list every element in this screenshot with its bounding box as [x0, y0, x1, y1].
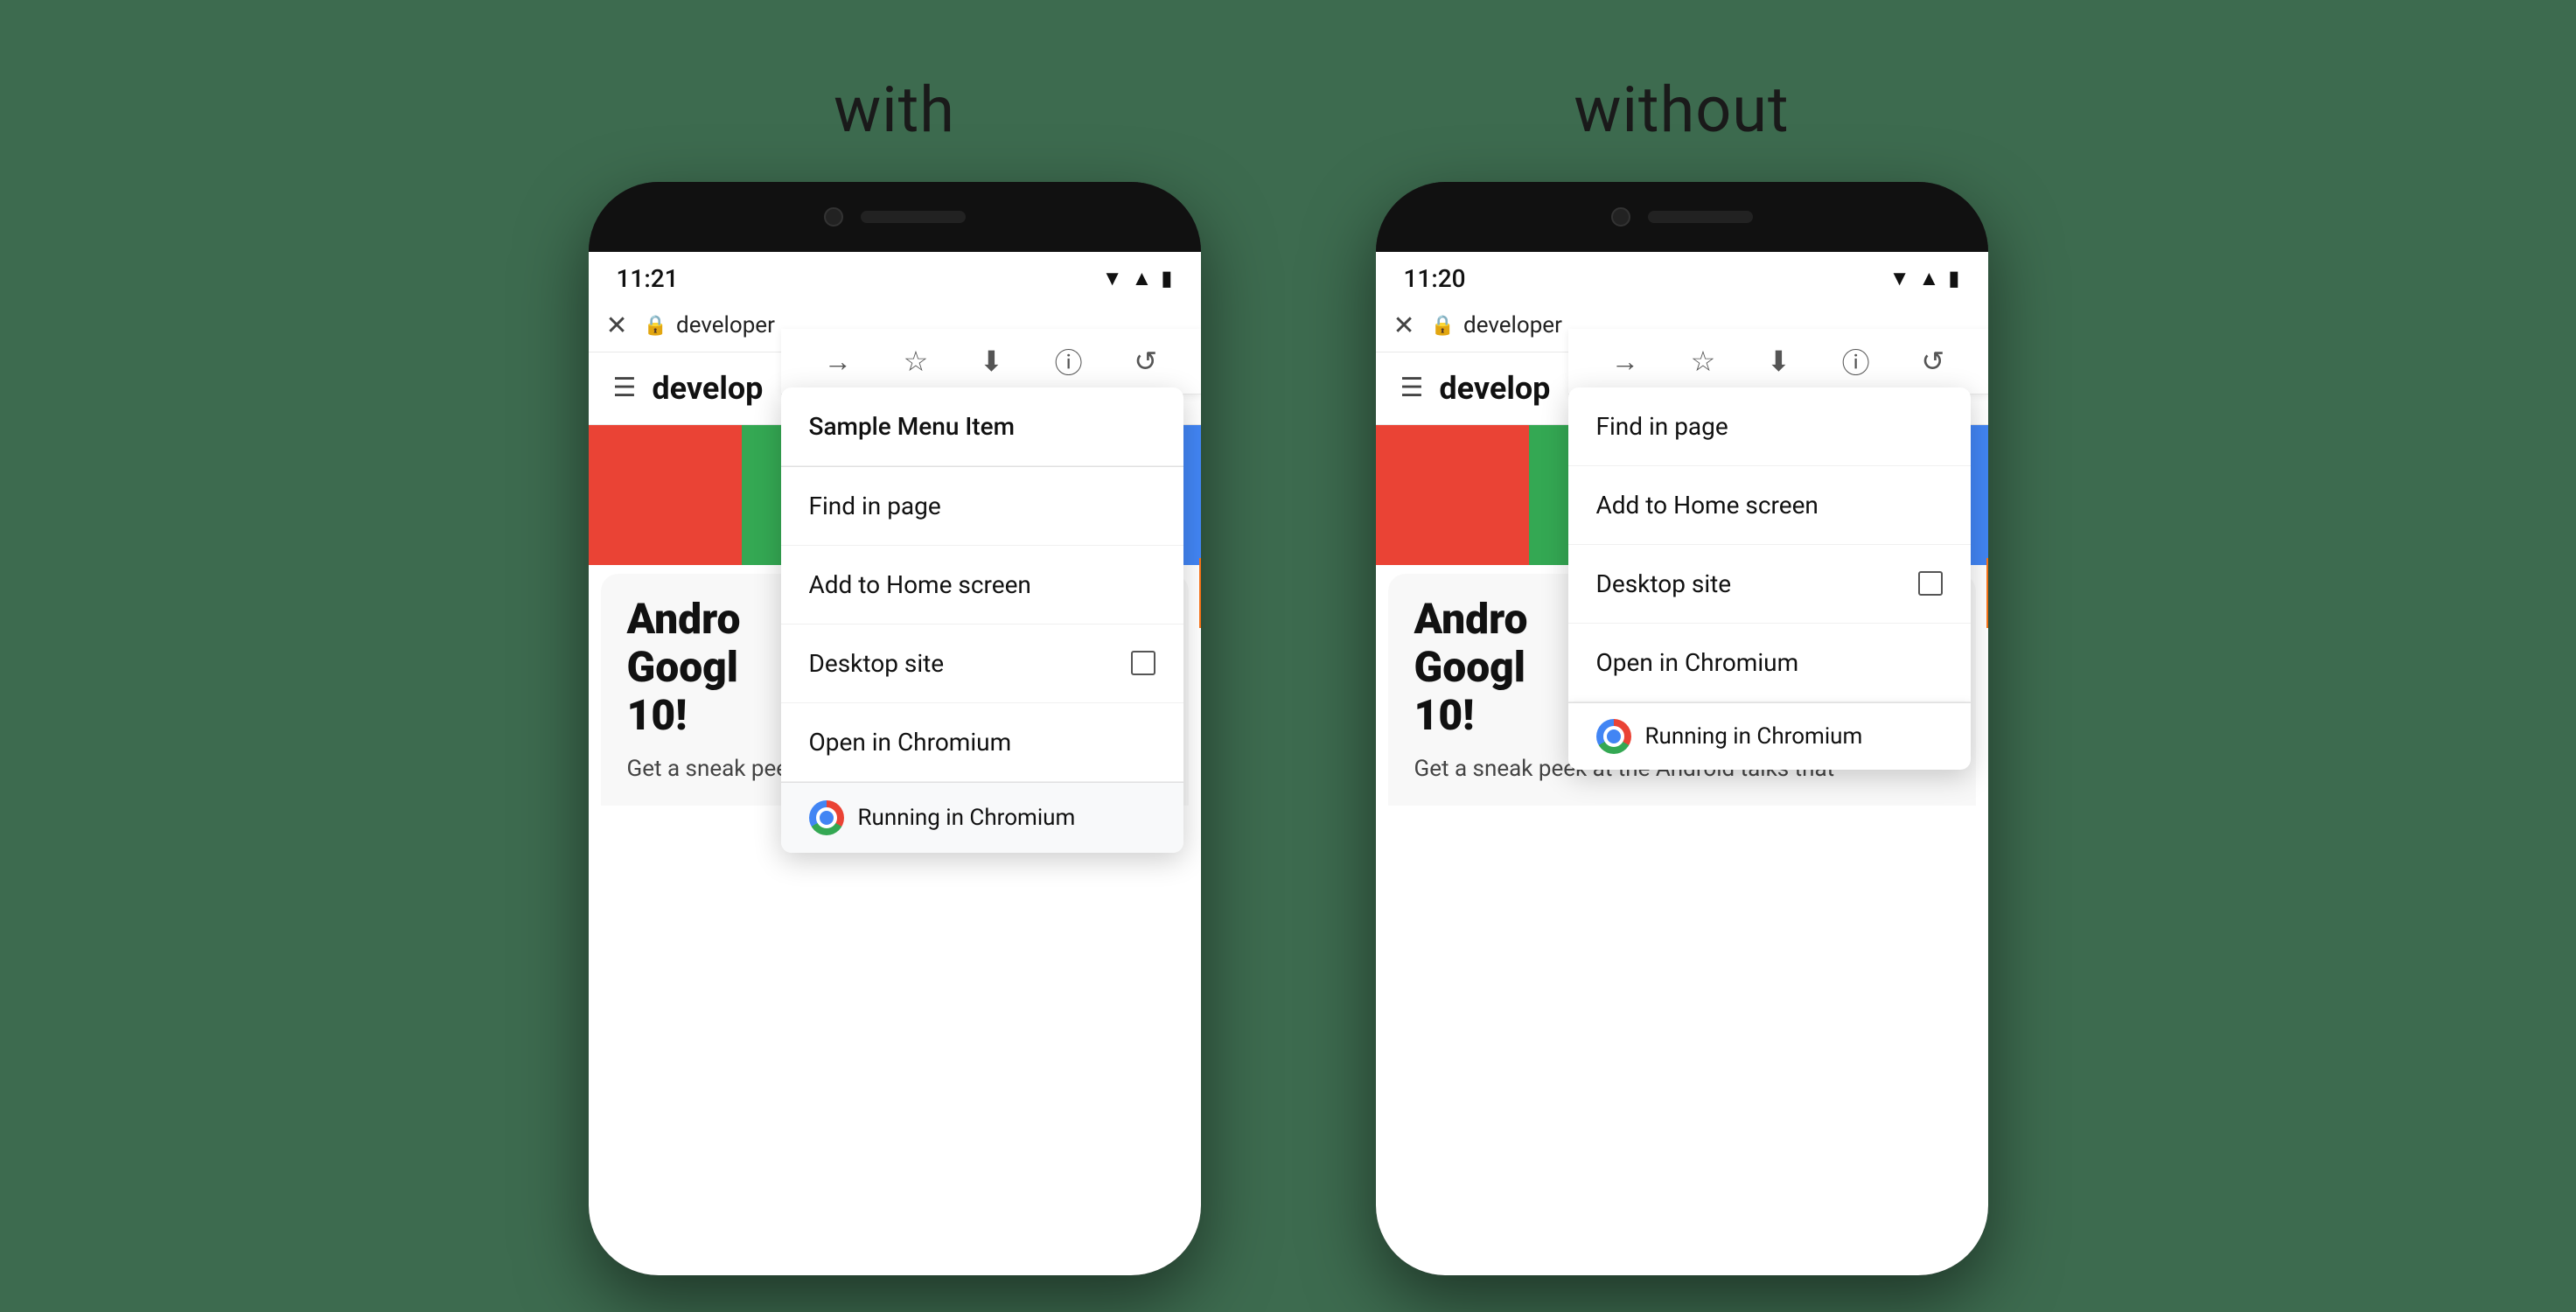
panel-with: with 11:21 ▼ ▲ ▮	[589, 73, 1201, 1275]
speaker-without	[1648, 211, 1753, 223]
info-icon-without[interactable]: ⓘ	[1842, 341, 1870, 381]
panel-without: without 11:20 ▼ ▲ ▮	[1376, 73, 1988, 1275]
forward-icon-without[interactable]: →	[1611, 345, 1639, 378]
running-label-without: Running in Chromium	[1645, 723, 1863, 750]
expanded-toolbar-without: → ☆ ⬇ ⓘ ↺	[1568, 329, 1988, 394]
chromium-icon-without	[1596, 719, 1631, 754]
info-icon-with[interactable]: ⓘ	[1055, 341, 1083, 381]
menu-item-desktop-with[interactable]: Desktop site	[781, 625, 1183, 703]
desktop-checkbox-with[interactable]	[1131, 651, 1155, 675]
menu-item-chromium-label-with: Open in Chromium	[809, 728, 1012, 757]
star-icon-without[interactable]: ☆	[1691, 345, 1716, 378]
menu-item-home-label-without: Add to Home screen	[1596, 491, 1819, 520]
phone-frame-with: 11:21 ▼ ▲ ▮ ✕ 🔒 developer	[589, 182, 1201, 1275]
download-icon-with[interactable]: ⬇	[980, 345, 1003, 378]
panel-without-label: without	[1574, 73, 1789, 147]
menu-item-sample-label-with: Sample Menu Item	[809, 412, 1016, 441]
menu-item-desktop-without[interactable]: Desktop site	[1568, 545, 1971, 624]
expanded-toolbar-with: → ☆ ⬇ ⓘ ↺	[781, 329, 1201, 394]
menu-item-desktop-label-without: Desktop site	[1596, 569, 1732, 598]
chromium-icon-with	[809, 800, 844, 835]
menu-item-find-label-without: Find in page	[1596, 412, 1728, 441]
phone-screen-without: 11:20 ▼ ▲ ▮ ✕ 🔒 developer	[1376, 252, 1988, 1275]
phone-notch-without	[1376, 182, 1988, 252]
running-in-chromium-with: Running in Chromium	[781, 782, 1183, 853]
speaker-with	[861, 211, 966, 223]
menu-item-home-without[interactable]: Add to Home screen	[1568, 466, 1971, 545]
desktop-checkbox-without[interactable]	[1918, 571, 1943, 596]
menu-item-chromium-without[interactable]: Open in Chromium	[1568, 624, 1971, 702]
menu-item-chromium-with[interactable]: Open in Chromium	[781, 703, 1183, 782]
running-label-with: Running in Chromium	[858, 805, 1076, 831]
forward-icon-with[interactable]: →	[824, 345, 852, 378]
refresh-icon-without[interactable]: ↺	[1921, 345, 1944, 378]
dropdown-overlay-with: → ☆ ⬇ ⓘ ↺ Sample Menu Item	[589, 252, 1201, 1275]
refresh-icon-with[interactable]: ↺	[1134, 345, 1157, 378]
dropdown-menu-with: Sample Menu Item Find in page Add to Hom…	[781, 387, 1183, 853]
star-icon-with[interactable]: ☆	[904, 345, 929, 378]
download-icon-without[interactable]: ⬇	[1767, 345, 1791, 378]
comparison-container: with 11:21 ▼ ▲ ▮	[589, 38, 1988, 1275]
phone-notch-with	[589, 182, 1201, 252]
phone-screen-with: 11:21 ▼ ▲ ▮ ✕ 🔒 developer	[589, 252, 1201, 1275]
menu-item-sample-with[interactable]: Sample Menu Item	[781, 387, 1183, 466]
menu-item-find-without[interactable]: Find in page	[1568, 387, 1971, 466]
menu-item-chromium-label-without: Open in Chromium	[1596, 648, 1799, 677]
phone-frame-without: 11:20 ▼ ▲ ▮ ✕ 🔒 developer	[1376, 182, 1988, 1275]
running-in-chromium-without: Running in Chromium	[1568, 702, 1971, 770]
menu-item-find-with[interactable]: Find in page	[781, 467, 1183, 546]
panel-with-label: with	[834, 73, 955, 147]
menu-item-home-label-with: Add to Home screen	[809, 570, 1031, 599]
dropdown-overlay-without: → ☆ ⬇ ⓘ ↺ Find in page Add	[1376, 252, 1988, 1275]
menu-item-find-label-with: Find in page	[809, 492, 941, 520]
menu-item-desktop-label-with: Desktop site	[809, 649, 945, 678]
camera-with	[824, 207, 843, 227]
screen-layout-without: 11:20 ▼ ▲ ▮ ✕ 🔒 developer	[1376, 252, 1988, 1275]
camera-without	[1611, 207, 1630, 227]
menu-item-home-with[interactable]: Add to Home screen	[781, 546, 1183, 625]
screen-layout-with: 11:21 ▼ ▲ ▮ ✕ 🔒 developer	[589, 252, 1201, 1275]
dropdown-menu-without: Find in page Add to Home screen Desktop …	[1568, 387, 1971, 770]
